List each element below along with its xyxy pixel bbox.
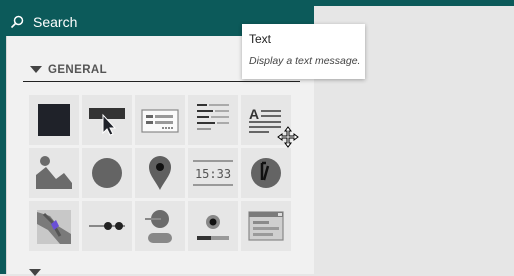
- search-icon: [10, 15, 24, 29]
- button-tool[interactable]: [82, 95, 132, 145]
- toggle-label-tool[interactable]: [135, 201, 185, 251]
- clock-time-label: 15:33: [195, 167, 231, 181]
- collapse-triangle-icon[interactable]: [30, 66, 42, 73]
- window-icon: [248, 211, 284, 241]
- digital-clock-tool[interactable]: 15:33: [188, 148, 238, 198]
- slider-icon: [89, 222, 125, 230]
- map-icon: [37, 210, 71, 244]
- list-lines-icon: [197, 104, 229, 130]
- form-tool[interactable]: [135, 95, 185, 145]
- image-tool[interactable]: [29, 148, 79, 198]
- list-tool[interactable]: [188, 95, 238, 145]
- rectangle-tool[interactable]: [29, 95, 79, 145]
- digital-clock-icon: 15:33: [193, 160, 233, 186]
- map-pin-tool[interactable]: [135, 148, 185, 198]
- move-cursor-icon: [277, 126, 299, 148]
- section-title: GENERAL: [48, 63, 108, 76]
- image-landscape-icon: [36, 156, 72, 189]
- form-icon: [141, 109, 179, 133]
- tooltip-title: Text: [249, 32, 272, 46]
- analog-clock-tool[interactable]: [241, 148, 291, 198]
- search-label: Search: [33, 14, 78, 30]
- window-tool[interactable]: [241, 201, 291, 251]
- button-cursor-icon: [89, 108, 125, 136]
- circle-tool[interactable]: [82, 148, 132, 198]
- analog-clock-icon: [251, 158, 281, 188]
- progress-tool[interactable]: [188, 201, 238, 251]
- circle-icon: [92, 158, 122, 188]
- slider-tool[interactable]: [82, 201, 132, 251]
- tooltip: Text Display a text message.: [242, 24, 365, 79]
- map-tool[interactable]: [29, 201, 79, 251]
- progress-icon: [197, 215, 229, 240]
- toggle-label-icon: [145, 210, 172, 243]
- filled-square-icon: [38, 104, 70, 136]
- collapse-triangle-icon[interactable]: [29, 269, 41, 276]
- map-pin-icon: [149, 156, 171, 190]
- text-letter: A: [249, 106, 259, 122]
- tooltip-description: Display a text message.: [249, 55, 361, 67]
